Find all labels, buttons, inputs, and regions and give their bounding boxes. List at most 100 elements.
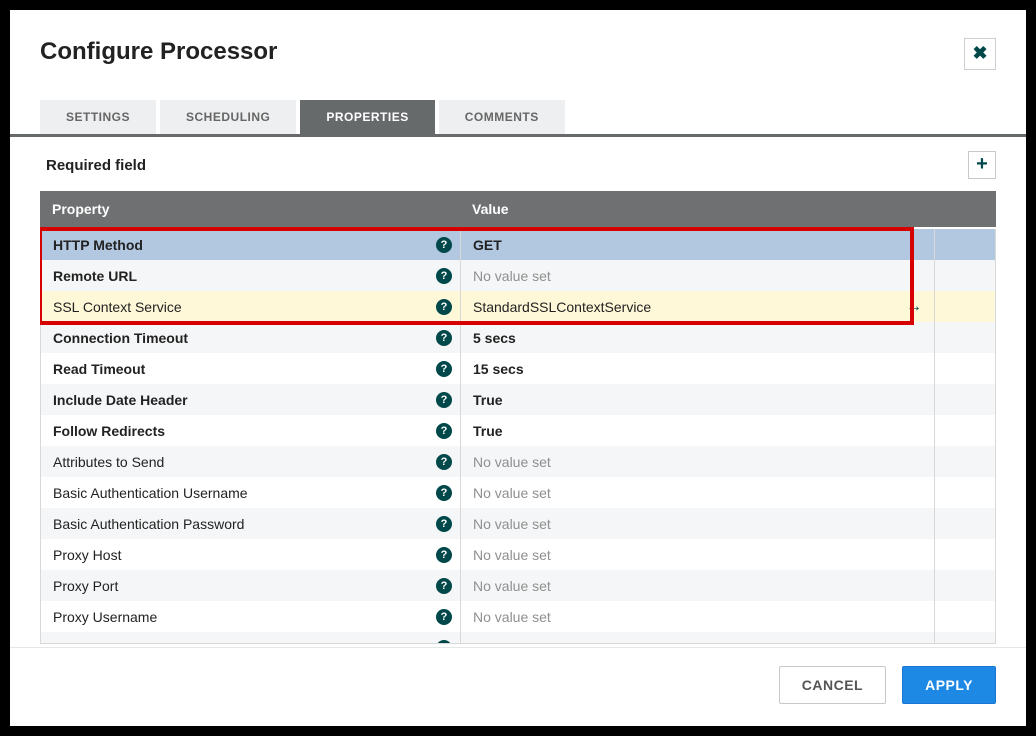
apply-button[interactable]: APPLY — [902, 666, 996, 704]
table-row[interactable]: Connection Timeout? 5 secs — [40, 322, 996, 353]
help-icon[interactable]: ? — [436, 578, 452, 594]
help-icon[interactable]: ? — [436, 423, 452, 439]
value-cell[interactable]: 15 secs — [461, 353, 935, 384]
value-cell[interactable]: No value set — [461, 477, 935, 508]
help-icon[interactable]: ? — [436, 609, 452, 625]
property-cell[interactable]: Attributes to Send? — [41, 446, 461, 477]
close-button[interactable]: ✖ — [964, 38, 996, 70]
property-name: Attributes to Send — [53, 454, 436, 470]
help-icon[interactable]: ? — [436, 237, 452, 253]
value-text: No value set — [473, 640, 922, 645]
value-text: No value set — [473, 609, 922, 625]
table-row[interactable]: HTTP Method? GET — [40, 229, 996, 260]
value-cell[interactable]: No value set — [461, 508, 935, 539]
tab-settings[interactable]: SETTINGS — [40, 100, 156, 134]
property-name: Remote URL — [53, 268, 436, 284]
action-cell — [935, 384, 995, 415]
help-icon[interactable]: ? — [436, 361, 452, 377]
action-cell — [935, 632, 995, 644]
table-row[interactable]: Proxy Username? No value set — [40, 601, 996, 632]
tab-comments[interactable]: COMMENTS — [439, 100, 565, 134]
tabs: SETTINGSSCHEDULINGPROPERTIESCOMMENTS — [10, 80, 1026, 137]
table-row[interactable]: Attributes to Send? No value set — [40, 446, 996, 477]
required-field-row: Required field + — [10, 137, 1026, 191]
help-icon[interactable]: ? — [436, 485, 452, 501]
action-cell — [935, 601, 995, 632]
property-cell[interactable]: SSL Context Service? — [41, 291, 461, 322]
tab-scheduling[interactable]: SCHEDULING — [160, 100, 296, 134]
value-cell[interactable]: No value set — [461, 570, 935, 601]
column-header-value[interactable]: Value — [460, 191, 996, 227]
column-header-property[interactable]: Property — [40, 191, 460, 227]
help-icon[interactable]: ? — [436, 640, 452, 645]
dialog-header: Configure Processor ✖ — [10, 10, 1026, 80]
action-cell — [935, 508, 995, 539]
table-row[interactable]: Basic Authentication Password?No value s… — [40, 508, 996, 539]
property-cell[interactable]: Proxy Host? — [41, 539, 461, 570]
action-cell — [935, 570, 995, 601]
value-text: 5 secs — [473, 330, 922, 346]
help-icon[interactable]: ? — [436, 454, 452, 470]
property-cell[interactable]: Remote URL? — [41, 260, 461, 291]
add-property-button[interactable]: + — [968, 151, 996, 179]
table-row[interactable]: Proxy Port?No value set — [40, 570, 996, 601]
action-cell — [935, 415, 995, 446]
property-name: Proxy Password — [53, 640, 436, 645]
value-cell[interactable]: No value set — [461, 632, 935, 644]
table-row[interactable]: Remote URL?No value set — [40, 260, 996, 291]
value-text: True — [473, 392, 922, 408]
help-icon[interactable]: ? — [436, 516, 452, 532]
property-cell[interactable]: Basic Authentication Password? — [41, 508, 461, 539]
property-cell[interactable]: Basic Authentication Username? — [41, 477, 461, 508]
table-row[interactable]: Proxy Host? No value set — [40, 539, 996, 570]
value-text: No value set — [473, 547, 922, 563]
property-name: Read Timeout — [53, 361, 436, 377]
table-row[interactable]: Follow Redirects? True — [40, 415, 996, 446]
property-name: Proxy Port — [53, 578, 436, 594]
help-icon[interactable]: ? — [436, 547, 452, 563]
help-icon[interactable]: ? — [436, 299, 452, 315]
value-cell[interactable]: StandardSSLContextService→ — [461, 291, 935, 322]
property-name: HTTP Method — [53, 237, 436, 253]
value-cell[interactable]: GET — [461, 229, 935, 260]
property-name: Follow Redirects — [53, 423, 436, 439]
value-cell[interactable]: True — [461, 384, 935, 415]
property-name: Basic Authentication Username — [53, 485, 436, 501]
value-text: GET — [473, 237, 922, 253]
action-cell — [935, 229, 995, 260]
property-cell[interactable]: Proxy Port? — [41, 570, 461, 601]
property-cell[interactable]: Read Timeout? — [41, 353, 461, 384]
property-cell[interactable]: Proxy Username? — [41, 601, 461, 632]
value-cell[interactable]: No value set — [461, 260, 935, 291]
property-name: Proxy Host — [53, 547, 436, 563]
value-cell[interactable]: No value set — [461, 539, 935, 570]
value-text: No value set — [473, 454, 922, 470]
property-cell[interactable]: Follow Redirects? — [41, 415, 461, 446]
property-cell[interactable]: Include Date Header? — [41, 384, 461, 415]
value-text: True — [473, 423, 922, 439]
property-cell[interactable]: Connection Timeout? — [41, 322, 461, 353]
table-row[interactable]: Include Date Header? True — [40, 384, 996, 415]
value-text: StandardSSLContextService — [473, 299, 906, 315]
value-cell[interactable]: No value set — [461, 446, 935, 477]
property-cell[interactable]: HTTP Method? — [41, 229, 461, 260]
action-cell — [935, 260, 995, 291]
cancel-button[interactable]: CANCEL — [779, 666, 886, 704]
value-cell[interactable]: 5 secs — [461, 322, 935, 353]
property-name: Basic Authentication Password — [53, 516, 436, 532]
help-icon[interactable]: ? — [436, 268, 452, 284]
property-cell[interactable]: Proxy Password? — [41, 632, 461, 644]
help-icon[interactable]: ? — [436, 330, 452, 346]
table-body[interactable]: HTTP Method?GETRemote URL?No value setSS… — [40, 229, 996, 644]
value-cell[interactable]: No value set — [461, 601, 935, 632]
table-row[interactable]: Proxy Password? No value set — [40, 632, 996, 644]
table-row[interactable]: Basic Authentication Username?No value s… — [40, 477, 996, 508]
value-cell[interactable]: True — [461, 415, 935, 446]
dialog-title: Configure Processor — [40, 38, 277, 66]
tab-properties[interactable]: PROPERTIES — [300, 100, 434, 134]
help-icon[interactable]: ? — [436, 392, 452, 408]
arrow-right-icon[interactable]: → — [906, 298, 922, 316]
table-row[interactable]: SSL Context Service?StandardSSLContextSe… — [40, 291, 996, 322]
table-header: Property Value — [40, 191, 996, 227]
table-row[interactable]: Read Timeout?15 secs — [40, 353, 996, 384]
